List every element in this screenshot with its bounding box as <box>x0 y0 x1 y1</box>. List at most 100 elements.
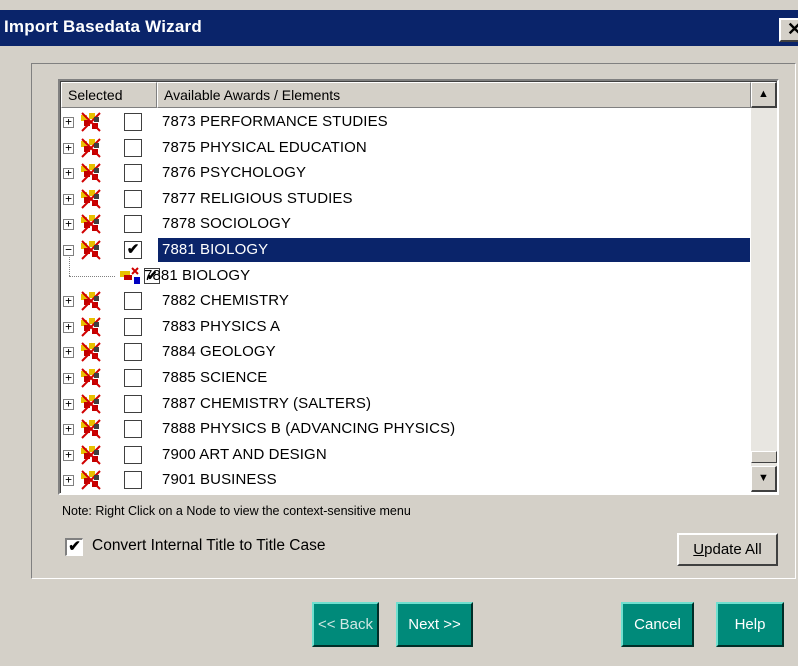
title-case-label[interactable]: Convert Internal Title to Title Case <box>92 537 325 555</box>
tree-row[interactable]: +7875 PHYSICAL EDUCATION <box>60 135 750 161</box>
award-icon <box>80 188 104 210</box>
expand-icon[interactable]: + <box>63 423 74 436</box>
expand-icon[interactable]: + <box>63 474 74 487</box>
award-icon <box>80 137 104 159</box>
tree-row[interactable]: +7887 CHEMISTRY (SALTERS) <box>60 391 750 417</box>
row-checkbox[interactable] <box>124 445 142 464</box>
row-checkbox[interactable]: ✔ <box>124 241 142 259</box>
tree-row[interactable]: +7882 CHEMISTRY <box>60 288 750 314</box>
help-button[interactable]: Help <box>716 602 784 647</box>
title-bar: Import Basedata Wizard ✕ <box>0 10 798 46</box>
awards-tree[interactable]: Selected Available Awards / Elements +78… <box>58 79 779 495</box>
expand-icon[interactable]: + <box>63 372 74 384</box>
row-label[interactable]: 7900 ART AND DESIGN <box>158 443 750 467</box>
row-checkbox[interactable] <box>124 317 142 336</box>
award-icon <box>80 393 104 415</box>
next-button[interactable]: Next >> <box>396 602 473 647</box>
award-icon <box>80 316 104 338</box>
row-checkbox[interactable] <box>124 113 142 131</box>
expand-icon[interactable]: + <box>63 142 74 154</box>
award-icon <box>80 111 104 133</box>
title-case-checkbox[interactable]: ✔ <box>65 538 83 556</box>
row-checkbox[interactable] <box>124 164 142 183</box>
row-checkbox[interactable] <box>124 292 142 311</box>
expand-icon[interactable]: + <box>63 295 74 308</box>
element-icon <box>118 265 142 287</box>
column-header-selected[interactable]: Selected <box>61 82 157 108</box>
row-checkbox[interactable] <box>124 420 142 439</box>
context-menu-note: Note: Right Click on a Node to view the … <box>62 504 411 518</box>
tree-row[interactable]: +7878 SOCIOLOGY <box>60 211 750 237</box>
tree-header: Selected Available Awards / Elements <box>61 82 751 108</box>
award-icon <box>80 290 104 312</box>
row-checkbox[interactable] <box>124 215 142 234</box>
tree-connector <box>69 275 115 277</box>
tree-row[interactable]: +7900 ART AND DESIGN <box>60 442 750 468</box>
row-label[interactable]: 7876 PSYCHOLOGY <box>158 161 750 185</box>
wizard-window: Import Basedata Wizard ✕ Selected Availa… <box>0 0 798 666</box>
expand-icon[interactable]: + <box>63 449 74 461</box>
tree-connector <box>69 256 70 276</box>
expand-icon[interactable]: + <box>63 167 74 180</box>
scroll-thumb[interactable] <box>751 451 777 463</box>
award-icon <box>80 239 104 261</box>
window-title: Import Basedata Wizard <box>4 17 202 36</box>
award-icon <box>80 444 104 466</box>
collapse-icon[interactable]: − <box>63 244 74 256</box>
award-icon <box>80 341 104 363</box>
tree-row[interactable]: +7876 PSYCHOLOGY <box>60 160 750 186</box>
row-label[interactable]: 7887 CHEMISTRY (SALTERS) <box>158 392 750 416</box>
row-label[interactable]: 7873 PERFORMANCE STUDIES <box>158 110 750 134</box>
award-icon <box>80 213 104 235</box>
scroll-up-button[interactable]: ▲ <box>751 82 777 108</box>
row-label[interactable]: 7877 RELIGIOUS STUDIES <box>158 187 750 211</box>
expand-icon[interactable]: + <box>63 346 74 359</box>
column-header-awards[interactable]: Available Awards / Elements <box>157 82 751 108</box>
award-icon <box>80 367 104 389</box>
award-icon <box>80 162 104 184</box>
row-label[interactable]: 7888 PHYSICS B (ADVANCING PHYSICS) <box>158 417 750 441</box>
cancel-button[interactable]: Cancel <box>621 602 694 647</box>
row-label[interactable]: 7885 SCIENCE <box>158 366 750 390</box>
tree-row[interactable]: +7873 PERFORMANCE STUDIES <box>60 109 750 135</box>
expand-icon[interactable]: + <box>63 398 74 410</box>
vertical-scrollbar[interactable]: ▲ ▼ <box>751 82 777 492</box>
close-icon: ✕ <box>787 19 798 39</box>
tree-child-row[interactable]: ✔ 7881 BIOLOGY <box>60 256 750 289</box>
row-checkbox[interactable] <box>124 138 142 157</box>
scroll-up-icon: ▲ <box>758 88 769 100</box>
row-checkbox[interactable] <box>124 394 142 413</box>
tree-row[interactable]: − ✔ 7881 BIOLOGY <box>60 237 750 263</box>
award-icon <box>80 418 104 440</box>
row-label[interactable]: 7901 BUSINESS <box>158 468 750 492</box>
row-label[interactable]: 7881 BIOLOGY <box>158 238 750 262</box>
row-label[interactable]: 7883 PHYSICS A <box>158 315 750 339</box>
award-icon <box>80 469 104 491</box>
update-all-button[interactable]: Update All <box>677 533 778 566</box>
row-checkbox[interactable] <box>124 189 142 208</box>
expand-icon[interactable]: + <box>63 321 74 333</box>
tree-row[interactable]: +7888 PHYSICS B (ADVANCING PHYSICS) <box>60 416 750 442</box>
row-label[interactable]: 7884 GEOLOGY <box>158 340 750 364</box>
expand-icon[interactable]: + <box>63 193 74 205</box>
row-label[interactable]: 7878 SOCIOLOGY <box>158 212 750 236</box>
row-label[interactable]: 7881 BIOLOGY <box>140 264 750 288</box>
tree-row[interactable]: +7901 BUSINESS <box>60 467 750 493</box>
expand-icon[interactable]: + <box>63 116 74 128</box>
row-checkbox[interactable] <box>124 369 142 387</box>
scroll-down-icon: ▼ <box>758 472 769 484</box>
close-button[interactable]: ✕ <box>779 18 798 42</box>
row-checkbox[interactable] <box>124 471 142 490</box>
update-all-accelerator: U <box>693 541 705 558</box>
row-label[interactable]: 7875 PHYSICAL EDUCATION <box>158 136 750 160</box>
tree-row[interactable]: +7877 RELIGIOUS STUDIES <box>60 186 750 212</box>
row-label[interactable]: 7882 CHEMISTRY <box>158 289 750 313</box>
scroll-down-button[interactable]: ▼ <box>751 466 777 492</box>
back-button[interactable]: << Back <box>312 602 379 647</box>
tree-row[interactable]: +7884 GEOLOGY <box>60 339 750 365</box>
update-all-label: pdate All <box>704 541 762 558</box>
expand-icon[interactable]: + <box>63 218 74 231</box>
tree-row[interactable]: +7885 SCIENCE <box>60 365 750 391</box>
tree-row[interactable]: +7883 PHYSICS A <box>60 314 750 340</box>
row-checkbox[interactable] <box>124 343 142 362</box>
